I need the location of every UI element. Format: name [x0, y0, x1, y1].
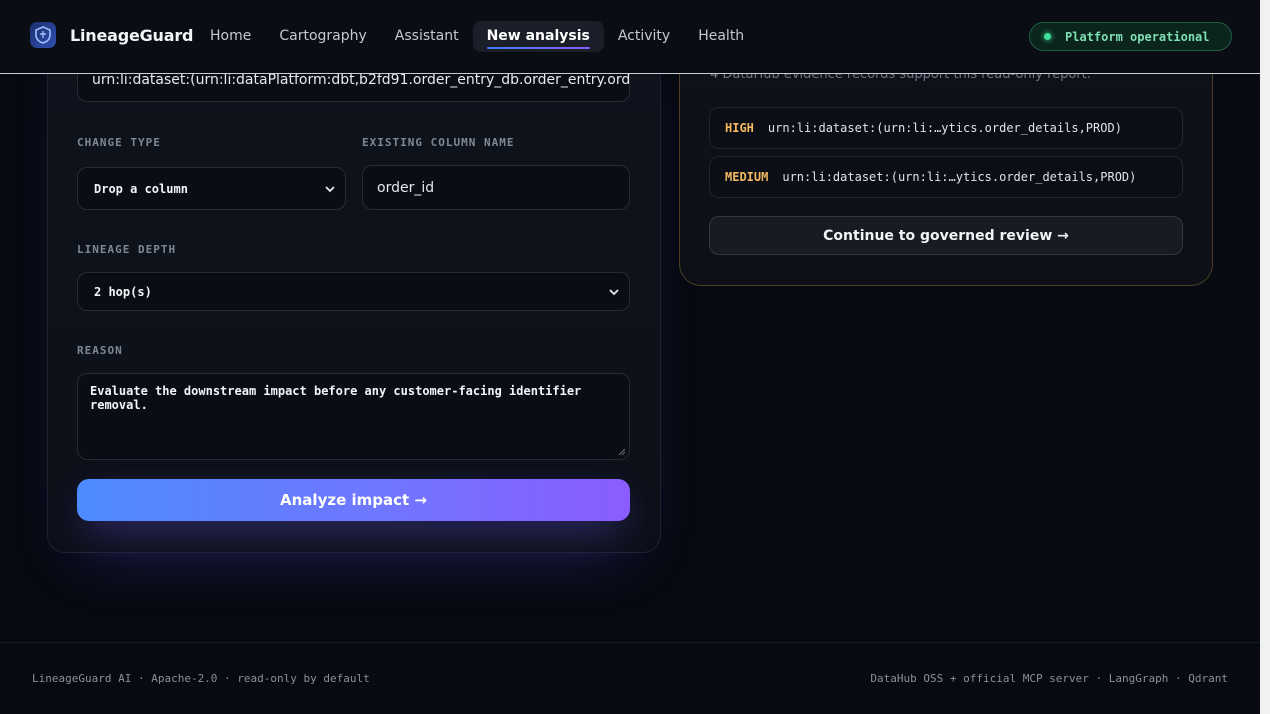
footer-left: LineageGuard AI · Apache-2.0 · read-only…: [32, 672, 370, 685]
nav-item-home[interactable]: Home: [196, 21, 265, 52]
status-label: Platform operational: [1065, 29, 1210, 44]
top-nav-bar: LineageGuard Home Cartography Assistant …: [0, 0, 1260, 74]
change-type-select[interactable]: Drop a column: [77, 167, 346, 210]
severity-badge: MEDIUM: [725, 170, 769, 184]
chevron-down-icon: [325, 185, 335, 192]
resize-grip-icon[interactable]: [618, 448, 626, 456]
reason-value: Evaluate the downstream impact before an…: [90, 384, 582, 412]
shield-icon: [30, 22, 56, 48]
scrollbar[interactable]: [1260, 0, 1270, 714]
evidence-urn: urn:li:dataset:(urn:li:…ytics.order_deta…: [782, 170, 1137, 184]
existing-column-value: order_id: [377, 179, 435, 196]
lineage-depth-label: LINEAGE DEPTH: [77, 243, 177, 256]
evidence-record: MEDIUM urn:li:dataset:(urn:li:…ytics.ord…: [709, 156, 1183, 198]
brand[interactable]: LineageGuard: [30, 22, 193, 48]
main-nav: Home Cartography Assistant New analysis …: [196, 21, 758, 52]
existing-column-input[interactable]: order_id: [362, 165, 630, 210]
chevron-down-icon: [609, 288, 619, 295]
change-type-value: Drop a column: [94, 181, 188, 196]
status-dot-icon: [1044, 33, 1051, 40]
footer-right: DataHub OSS + official MCP server · Lang…: [870, 672, 1228, 685]
existing-column-label: EXISTING COLUMN NAME: [362, 136, 515, 149]
footer: LineageGuard AI · Apache-2.0 · read-only…: [0, 642, 1260, 714]
severity-badge: HIGH: [725, 121, 754, 135]
evidence-record: HIGH urn:li:dataset:(urn:li:…ytics.order…: [709, 107, 1183, 149]
analyze-impact-button[interactable]: Analyze impact →: [77, 479, 630, 521]
platform-status-badge: Platform operational: [1029, 22, 1232, 51]
nav-item-health[interactable]: Health: [684, 21, 758, 52]
nav-item-assistant[interactable]: Assistant: [381, 21, 473, 52]
change-type-label: CHANGE TYPE: [77, 136, 161, 149]
reason-textarea[interactable]: Evaluate the downstream impact before an…: [77, 373, 630, 460]
brand-name: LineageGuard: [70, 25, 194, 45]
evidence-urn: urn:li:dataset:(urn:li:…ytics.order_deta…: [767, 121, 1122, 135]
lineage-depth-select[interactable]: 2 hop(s): [77, 272, 630, 311]
continue-review-button[interactable]: Continue to governed review →: [709, 216, 1183, 255]
reason-label: REASON: [77, 344, 123, 357]
lineage-depth-value: 2 hop(s): [94, 284, 152, 299]
nav-item-cartography[interactable]: Cartography: [265, 21, 380, 52]
nav-item-new-analysis[interactable]: New analysis: [472, 21, 604, 52]
nav-item-activity[interactable]: Activity: [604, 21, 684, 52]
